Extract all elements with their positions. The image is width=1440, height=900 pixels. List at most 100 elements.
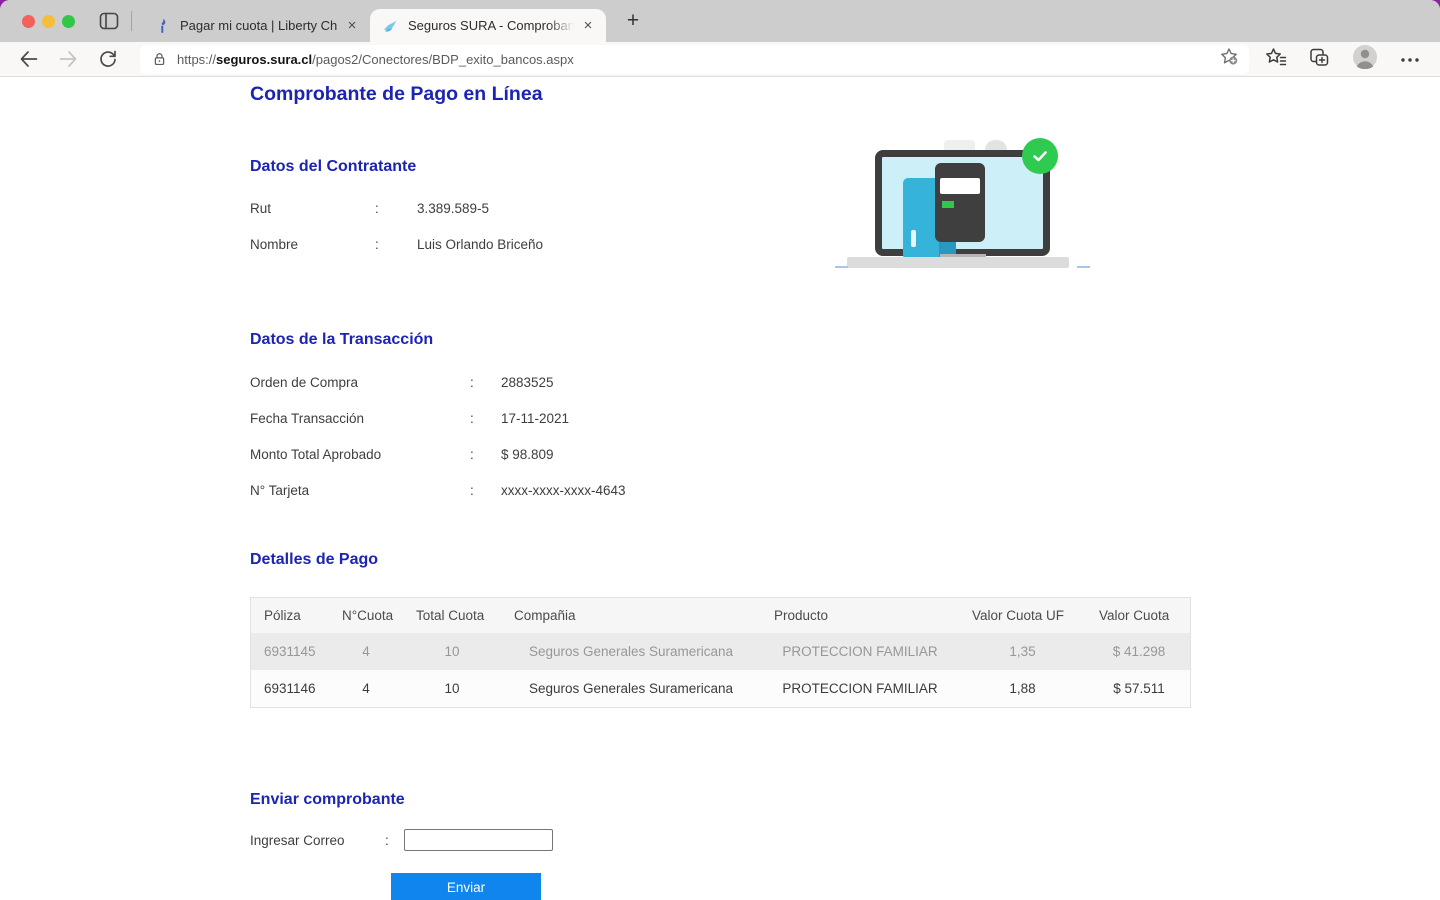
column-header-ncuota: N°Cuota bbox=[329, 608, 403, 623]
toolbar-right bbox=[1265, 44, 1424, 75]
kv-row-nombre: Nombre : Luis Orlando Briceño bbox=[250, 237, 543, 252]
table-cell: $ 57.511 bbox=[1086, 681, 1192, 696]
payment-details-table: Póliza N°Cuota Total Cuota Compañia Prod… bbox=[250, 597, 1191, 708]
close-window-button[interactable] bbox=[22, 15, 35, 28]
kv-label: Nombre bbox=[250, 237, 375, 252]
column-header-producto: Producto bbox=[761, 608, 959, 623]
tab-title: Pagar mi cuota | Liberty Chile bbox=[180, 18, 338, 33]
table-cell: 6931146 bbox=[251, 681, 329, 696]
tab-separator bbox=[131, 11, 132, 31]
add-favorite-button[interactable] bbox=[1219, 47, 1239, 71]
success-check-icon bbox=[1022, 138, 1058, 174]
table-cell: Seguros Generales Suramericana bbox=[501, 681, 761, 696]
tab-title-fade bbox=[548, 18, 574, 33]
settings-menu-button[interactable] bbox=[1400, 50, 1420, 68]
kv-row-orden: Orden de Compra : 2883525 bbox=[250, 375, 554, 390]
page-title: Comprobante de Pago en Línea bbox=[250, 83, 543, 106]
close-tab-icon[interactable]: × bbox=[578, 16, 598, 36]
tab-liberty[interactable]: Pagar mi cuota | Liberty Chile × bbox=[142, 9, 370, 42]
tab-sura-active[interactable]: Seguros SURA - Comprobante × bbox=[370, 9, 606, 42]
kv-row-correo: Ingresar Correo : bbox=[250, 829, 553, 851]
kv-label: Rut bbox=[250, 201, 375, 216]
kv-label: Monto Total Aprobado bbox=[250, 447, 470, 462]
collections-button[interactable] bbox=[1309, 47, 1330, 72]
browser-window: Pagar mi cuota | Liberty Chile × Seguros… bbox=[0, 0, 1440, 900]
kv-colon: : bbox=[470, 447, 501, 462]
sura-favicon-icon bbox=[382, 18, 398, 34]
column-header-valorcuotauf: Valor Cuota UF bbox=[959, 608, 1086, 623]
table-cell: Seguros Generales Suramericana bbox=[501, 644, 761, 659]
decor-dash-left bbox=[835, 266, 848, 268]
tab-bar: Pagar mi cuota | Liberty Chile × Seguros… bbox=[0, 0, 1440, 42]
kv-label: Orden de Compra bbox=[250, 375, 470, 390]
zoom-window-button[interactable] bbox=[62, 15, 75, 28]
section-heading-contratante: Datos del Contratante bbox=[250, 158, 416, 176]
kv-row-tarjeta: N° Tarjeta : xxxx-xxxx-xxxx-4643 bbox=[250, 483, 626, 498]
reload-button[interactable] bbox=[96, 47, 120, 71]
kv-value: $ 98.809 bbox=[501, 447, 554, 462]
back-button[interactable] bbox=[16, 47, 40, 71]
favorites-button[interactable] bbox=[1265, 47, 1287, 72]
kv-colon: : bbox=[470, 411, 501, 426]
laptop-base bbox=[847, 257, 1069, 268]
table-cell: 6931145 bbox=[251, 644, 329, 659]
kv-row-monto: Monto Total Aprobado : $ 98.809 bbox=[250, 447, 554, 462]
pos-terminal-icon bbox=[935, 163, 985, 242]
kv-colon: : bbox=[470, 483, 501, 498]
table-header-row: Póliza N°Cuota Total Cuota Compañia Prod… bbox=[251, 598, 1190, 633]
table-cell: PROTECCION FAMILIAR bbox=[761, 681, 959, 696]
window-controls bbox=[0, 15, 75, 28]
more-dots-icon bbox=[1400, 57, 1420, 63]
table-cell: 10 bbox=[403, 681, 501, 696]
table-cell: 10 bbox=[403, 644, 501, 659]
tab-actions-menu-button[interactable] bbox=[99, 12, 119, 30]
table-cell: $ 41.298 bbox=[1086, 644, 1192, 659]
table-cell: 4 bbox=[329, 644, 403, 659]
kv-value: xxxx-xxxx-xxxx-4643 bbox=[501, 483, 626, 498]
collections-icon bbox=[1309, 47, 1330, 67]
section-heading-transaccion: Datos de la Transacción bbox=[250, 331, 433, 349]
column-header-compania: Compañia bbox=[501, 608, 761, 623]
kv-value: 2883525 bbox=[501, 375, 554, 390]
decor-dash-right bbox=[1077, 266, 1090, 268]
star-plus-icon bbox=[1219, 47, 1239, 66]
table-row: 6931146 4 10 Seguros Generales Surameric… bbox=[251, 670, 1190, 707]
new-tab-button[interactable]: + bbox=[620, 8, 646, 34]
pos-screen bbox=[940, 178, 980, 194]
section-heading-enviar: Enviar comprobante bbox=[250, 791, 405, 809]
credit-card-chip bbox=[911, 230, 916, 247]
email-input[interactable] bbox=[404, 829, 553, 851]
page-content: Comprobante de Pago en Línea bbox=[0, 77, 1440, 900]
close-tab-icon[interactable]: × bbox=[342, 16, 362, 36]
minimize-window-button[interactable] bbox=[42, 15, 55, 28]
url-text: https://seguros.sura.cl/pagos2/Conectore… bbox=[177, 52, 574, 67]
section-heading-detalles: Detalles de Pago bbox=[250, 551, 378, 569]
reload-icon bbox=[98, 49, 118, 69]
kv-colon: : bbox=[470, 375, 501, 390]
kv-value: 3.389.589-5 bbox=[417, 201, 489, 216]
kv-value: 17-11-2021 bbox=[501, 411, 569, 426]
profile-button[interactable] bbox=[1352, 44, 1378, 75]
site-info-lock-icon[interactable] bbox=[152, 51, 167, 67]
navigation-bar: https://seguros.sura.cl/pagos2/Conectore… bbox=[0, 42, 1440, 77]
kv-row-rut: Rut : 3.389.589-5 bbox=[250, 201, 489, 216]
liberty-favicon-icon bbox=[154, 18, 170, 34]
back-arrow-icon bbox=[18, 49, 39, 69]
table-row: 6931145 4 10 Seguros Generales Surameric… bbox=[251, 633, 1190, 670]
avatar-icon bbox=[1352, 44, 1378, 70]
column-header-poliza: Póliza bbox=[251, 608, 329, 623]
forward-arrow-icon bbox=[58, 49, 79, 69]
forward-button[interactable] bbox=[56, 47, 80, 71]
table-cell: 4 bbox=[329, 681, 403, 696]
url-bar[interactable]: https://seguros.sura.cl/pagos2/Conectore… bbox=[140, 45, 1249, 74]
kv-colon: : bbox=[385, 833, 404, 848]
kv-value: Luis Orlando Briceño bbox=[417, 237, 543, 252]
kv-colon: : bbox=[375, 201, 417, 216]
payment-success-illustration bbox=[835, 128, 1090, 274]
favorites-star-icon bbox=[1265, 47, 1287, 67]
table-cell: 1,88 bbox=[959, 681, 1086, 696]
send-button[interactable]: Enviar bbox=[391, 873, 541, 900]
kv-row-fecha: Fecha Transacción : 17-11-2021 bbox=[250, 411, 569, 426]
kv-label: N° Tarjeta bbox=[250, 483, 470, 498]
email-label: Ingresar Correo bbox=[250, 833, 385, 848]
